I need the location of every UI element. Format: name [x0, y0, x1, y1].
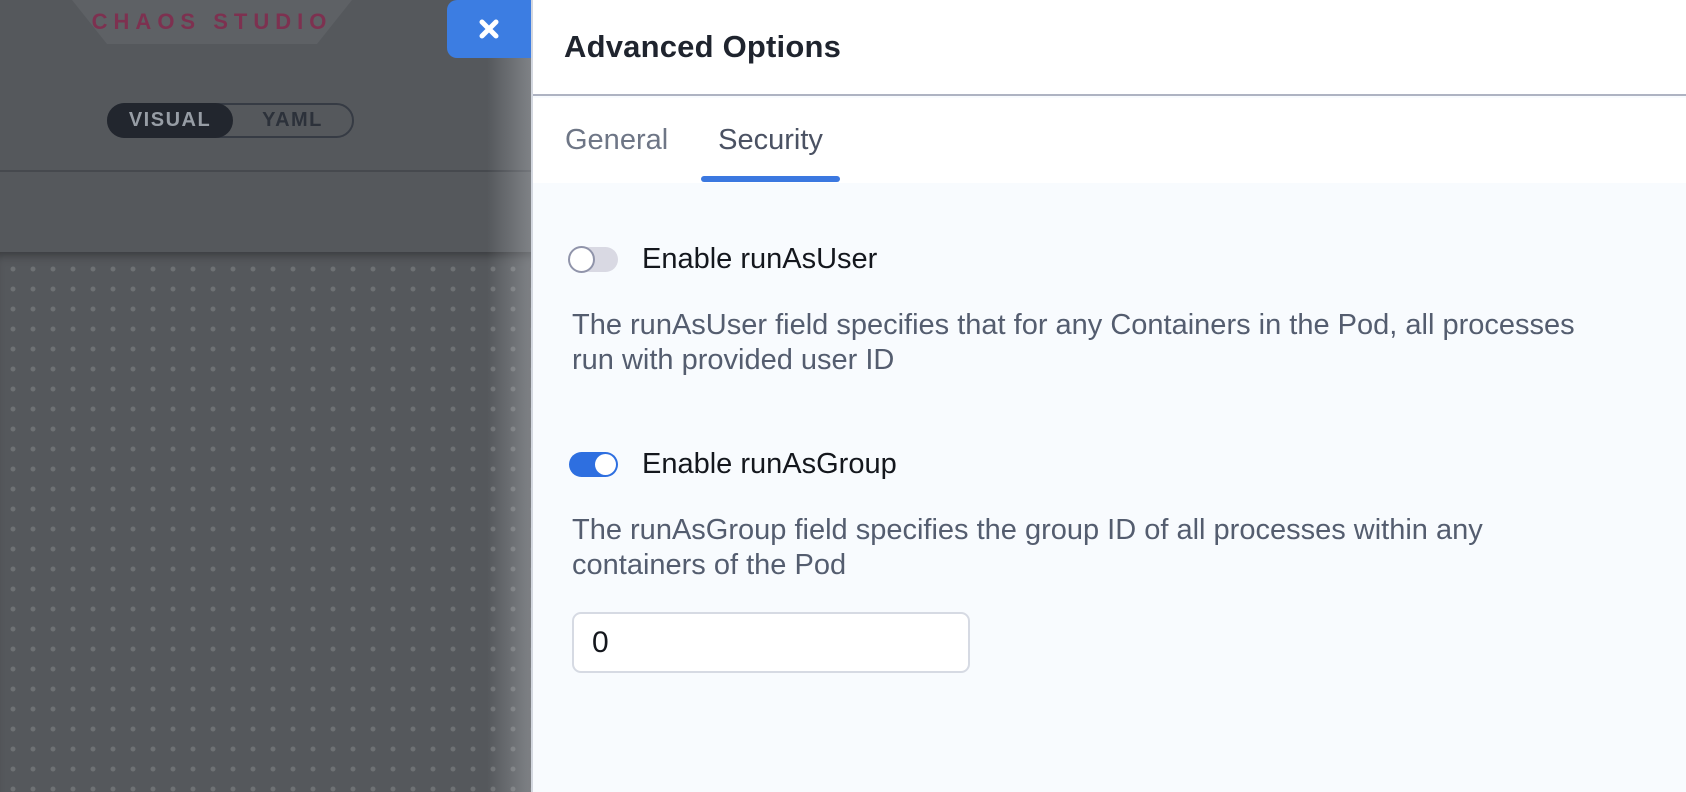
drawer-shadow-glow: [487, 0, 531, 792]
enable-run-as-user-toggle[interactable]: [569, 247, 618, 272]
toggle-knob: [568, 246, 595, 273]
enable-run-as-group-toggle[interactable]: [569, 452, 618, 477]
drawer-tabbar: General Security: [533, 98, 1686, 183]
toggle-knob: [595, 454, 616, 475]
close-icon: [475, 15, 503, 43]
drawer-title: Advanced Options: [564, 29, 841, 65]
tab-security[interactable]: Security: [701, 98, 840, 183]
drawer-header: Advanced Options: [533, 0, 1686, 96]
description-line: containers of the Pod: [572, 548, 1483, 583]
visual-view-button[interactable]: VISUAL: [107, 103, 233, 138]
advanced-options-drawer: Advanced Options General Security Enable…: [531, 0, 1686, 792]
description-line: The runAsGroup field specifies the group…: [572, 513, 1483, 548]
description-line: run with provided user ID: [572, 343, 1575, 378]
run-as-user-description: The runAsUser field specifies that for a…: [572, 308, 1575, 378]
run-as-group-row: Enable runAsGroup: [569, 448, 897, 481]
chaos-studio-title: CHAOS STUDIO: [92, 9, 333, 35]
description-line: The runAsUser field specifies that for a…: [572, 308, 1575, 343]
security-tab-content: Enable runAsUser The runAsUser field spe…: [533, 183, 1686, 792]
dimmed-canvas-backdrop: CHAOS STUDIO VISUAL YAML: [0, 0, 531, 792]
dotted-canvas-grid[interactable]: [0, 252, 531, 792]
tab-general[interactable]: General: [548, 98, 685, 183]
left-header-divider: [0, 170, 531, 172]
run-as-group-description: The runAsGroup field specifies the group…: [572, 513, 1483, 583]
run-as-group-id-input[interactable]: [572, 612, 970, 673]
visual-yaml-segmented-control: VISUAL YAML: [107, 103, 354, 138]
chaos-studio-banner: CHAOS STUDIO: [72, 0, 352, 44]
yaml-view-button[interactable]: YAML: [233, 105, 352, 136]
enable-run-as-group-label: Enable runAsGroup: [642, 448, 897, 481]
close-button[interactable]: [447, 0, 531, 58]
enable-run-as-user-label: Enable runAsUser: [642, 243, 877, 276]
run-as-user-row: Enable runAsUser: [569, 243, 877, 276]
